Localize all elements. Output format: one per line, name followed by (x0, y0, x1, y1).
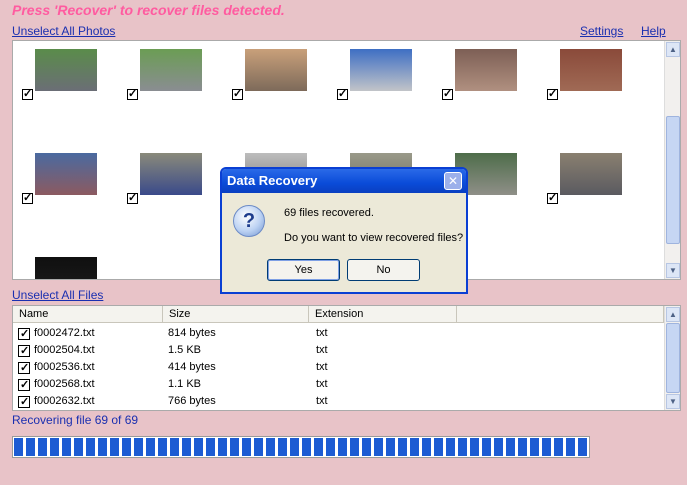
scroll-up-icon[interactable]: ▲ (666, 307, 680, 322)
photo-thumbnail[interactable] (560, 153, 622, 195)
file-extension: txt (316, 378, 328, 390)
photo-scrollbar[interactable]: ▲ ▼ (664, 41, 680, 279)
dialog-title: Data Recovery (222, 169, 466, 193)
no-button[interactable]: No (347, 259, 420, 281)
dialog-message-question: Do you want to view recovered files? (284, 232, 464, 244)
file-size: 766 bytes (168, 395, 216, 407)
settings-link[interactable]: Settings (580, 24, 623, 38)
file-name: f0002504.txt (34, 344, 95, 356)
file-extension: txt (316, 395, 328, 407)
file-name: f0002536.txt (34, 361, 95, 373)
close-icon[interactable]: ✕ (444, 172, 462, 190)
photo-checkbox[interactable] (127, 86, 138, 102)
photo-thumbnail[interactable] (455, 49, 517, 91)
file-checkbox[interactable] (18, 377, 30, 393)
scroll-up-icon[interactable]: ▲ (666, 42, 680, 57)
photo-checkbox[interactable] (547, 190, 558, 206)
question-icon: ? (233, 205, 265, 237)
file-extension: txt (316, 327, 328, 339)
file-size: 1.1 KB (168, 378, 202, 390)
file-row[interactable]: f0002568.txt 1.1 KB txt (13, 376, 663, 393)
file-name: f0002472.txt (34, 327, 95, 339)
column-header-name[interactable]: Name (13, 306, 163, 323)
status-text: Recovering file 69 of 69 (12, 413, 139, 427)
banner-text: Press 'Recover' to recover files detecte… (12, 2, 285, 18)
photo-checkbox[interactable] (127, 190, 138, 206)
scroll-down-icon[interactable]: ▼ (666, 263, 680, 278)
file-row[interactable]: f0002536.txt 414 bytes txt (13, 359, 663, 376)
photo-checkbox[interactable] (442, 86, 453, 102)
file-size: 1.5 KB (168, 344, 202, 356)
file-size: 414 bytes (168, 361, 216, 373)
scroll-thumb[interactable] (666, 323, 680, 393)
file-size: 814 bytes (168, 327, 216, 339)
file-scrollbar[interactable]: ▲ ▼ (664, 306, 680, 410)
column-header-size[interactable]: Size (163, 306, 309, 323)
progress-bar (12, 436, 590, 458)
photo-thumbnail[interactable] (140, 49, 202, 91)
photo-checkbox[interactable] (337, 86, 348, 102)
file-extension: txt (316, 361, 328, 373)
file-name: f0002632.txt (34, 395, 95, 407)
photo-checkbox[interactable] (22, 190, 33, 206)
file-row[interactable]: f0002632.txt 766 bytes txt (13, 393, 663, 410)
photo-thumbnail[interactable] (140, 153, 202, 195)
progress-fill (14, 438, 588, 456)
photo-checkbox[interactable] (547, 86, 558, 102)
file-name: f0002568.txt (34, 378, 95, 390)
file-extension: txt (316, 344, 328, 356)
photo-thumbnail[interactable] (245, 49, 307, 91)
help-link[interactable]: Help (641, 24, 666, 38)
file-checkbox[interactable] (18, 394, 30, 410)
photo-thumbnail[interactable] (35, 153, 97, 195)
file-row[interactable]: f0002472.txt 814 bytes txt (13, 325, 663, 342)
column-header-empty (457, 306, 664, 323)
photo-thumbnail[interactable] (35, 49, 97, 91)
file-checkbox[interactable] (18, 360, 30, 376)
scroll-down-icon[interactable]: ▼ (666, 394, 680, 409)
yes-button[interactable]: Yes (267, 259, 340, 281)
photo-checkbox[interactable] (22, 86, 33, 102)
column-header-extension[interactable]: Extension (309, 306, 457, 323)
dialog-message-count: 69 files recovered. (284, 207, 374, 219)
photo-thumbnail[interactable] (560, 49, 622, 91)
unselect-photos-link[interactable]: Unselect All Photos (12, 24, 115, 38)
unselect-files-link[interactable]: Unselect All Files (12, 288, 103, 302)
file-table: Name Size Extension f0002472.txt 814 byte… (12, 305, 681, 411)
file-checkbox[interactable] (18, 326, 30, 342)
file-checkbox[interactable] (18, 343, 30, 359)
photo-thumbnail[interactable] (35, 257, 97, 279)
scroll-thumb[interactable] (666, 116, 680, 244)
photo-checkbox[interactable] (232, 86, 243, 102)
photo-thumbnail[interactable] (350, 49, 412, 91)
data-recovery-dialog: Data Recovery ✕ ? 69 files recovered. Do… (220, 167, 468, 294)
file-row[interactable]: f0002504.txt 1.5 KB txt (13, 342, 663, 359)
